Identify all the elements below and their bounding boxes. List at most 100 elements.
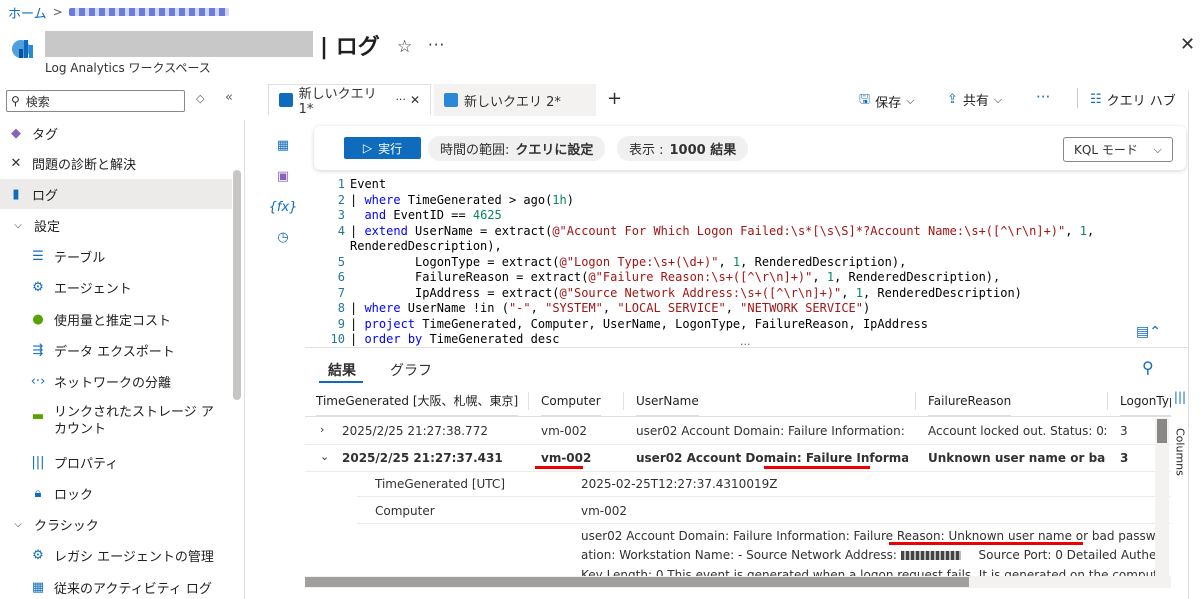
column-header-username[interactable]: UserName	[636, 386, 699, 416]
column-header-logontype[interactable]: LogonTyp	[1120, 386, 1171, 416]
redacted-ip-address	[900, 551, 961, 560]
tab-results[interactable]: 結果	[328, 360, 356, 380]
history-panel-icon[interactable]: ◷	[274, 228, 292, 246]
grid-vertical-scroll-thumb[interactable]	[1157, 419, 1167, 443]
functions-panel-icon[interactable]: {fx}	[269, 198, 298, 216]
favorite-star-icon[interactable]: ☆	[397, 37, 412, 57]
sidebar-item-agents[interactable]: ⚙ エージェント	[0, 272, 232, 302]
save-button[interactable]: 🖫 保存 ⌵	[859, 90, 914, 112]
tab-close-icon[interactable]: ✕	[410, 93, 420, 107]
sidebar-item-usage[interactable]: ● 使用量と推定コスト	[0, 304, 232, 334]
sidebar-item-logs[interactable]: ▮ ログ	[0, 179, 232, 209]
breadcrumb-redacted-resource[interactable]	[68, 8, 229, 16]
cell-failurereason: Unknown user name or bad p...	[928, 451, 1106, 465]
tab-label: 新しいクエリ 2*	[464, 94, 561, 110]
sidebar-item-label-line2: カウント	[54, 422, 107, 437]
column-header-failurereason[interactable]: FailureReason	[928, 386, 1012, 416]
cell-failurereason: Account locked out. Status: 0xC...	[928, 424, 1106, 438]
query-hub-button[interactable]: ☷ クエリ ハブ	[1090, 90, 1176, 109]
sidebar-item-linked-storage[interactable]: ▬ リンクされたストレージ ア カウント	[0, 401, 232, 441]
sidebar-item-tables[interactable]: ☰ テーブル	[0, 241, 232, 271]
activity-log-icon: ▦	[31, 579, 45, 595]
sidebar-item-tags[interactable]: ◆ タグ	[0, 118, 232, 148]
properties-icon: |||	[31, 454, 45, 470]
page-title: | ログ	[320, 35, 380, 60]
comment-toggle-icon[interactable]: ▤⌃	[1136, 324, 1161, 340]
sidebar-group-classic[interactable]: ⌵ クラシック	[0, 509, 232, 539]
toolbar-divider	[1077, 88, 1078, 108]
result-limit-button[interactable]: 表示 : 1000 結果	[617, 136, 749, 161]
share-icon: ⇪	[947, 92, 958, 107]
code-text: and EventID == 4625	[364, 208, 502, 222]
detail-value: vm-002	[581, 504, 628, 518]
lock-icon: 🔒︎	[34, 485, 42, 501]
code-text: | where TimeGenerated > ago(1h)	[350, 192, 574, 207]
query-hub-label: クエリ ハブ	[1106, 94, 1176, 109]
sidebar-divider	[244, 120, 245, 599]
tab-chart[interactable]: グラフ	[390, 360, 432, 380]
kql-mode-select[interactable]: KQL モード ⌵	[1063, 137, 1173, 162]
editor-resize-handle[interactable]: ···	[740, 338, 751, 351]
line-number: 9	[337, 316, 345, 331]
logs-icon: ▮	[12, 186, 20, 202]
sidebar-scrollbar[interactable]	[233, 170, 241, 400]
query-tab-bar: 新しいクエリ 1* ··· ✕ 新しいクエリ 2*	[268, 84, 1200, 117]
expand-collapse-icon[interactable]: ◇	[196, 92, 204, 105]
results-tab-underline	[319, 381, 363, 383]
time-range-button[interactable]: 時間の範囲: クエリに設定	[428, 136, 606, 161]
more-options-button[interactable]: ···	[428, 36, 445, 54]
toolbar-more-button[interactable]: ···	[1036, 88, 1050, 106]
sidebar-item-locks[interactable]: 🔒︎ ロック	[0, 478, 232, 508]
tab-more-icon[interactable]: ···	[395, 93, 406, 106]
breadcrumb-home[interactable]: ホーム	[8, 3, 47, 22]
sidebar-item-activity-log[interactable]: ▦ 従来のアクティビティ ログ	[0, 572, 232, 599]
search-placeholder: 検索	[25, 94, 50, 109]
close-blade-button[interactable]: ✕	[1180, 34, 1195, 55]
code-line: 2 | where TimeGenerated > ago(1h)	[318, 193, 1178, 209]
detail-value: 2025-02-25T12:27:37.4310019Z	[581, 477, 778, 491]
run-button[interactable]: ▷ 実行	[344, 137, 421, 159]
kql-mode-value: KQL モード	[1074, 143, 1138, 157]
sidebar-search-input[interactable]: ⚲ 検索	[6, 90, 185, 112]
grid-horizontal-scroll-thumb[interactable]	[305, 577, 969, 587]
row-collapse-icon[interactable]: ⌄	[320, 450, 329, 463]
share-button[interactable]: ⇪ 共有 ⌵	[947, 90, 1002, 109]
collapse-sidebar-icon[interactable]: «	[225, 90, 233, 105]
query-editor[interactable]: 1 Event 2 | where TimeGenerated > ago(1h) 3 …	[318, 177, 1178, 348]
results-search-icon[interactable]: ⚲	[1142, 358, 1154, 377]
sidebar-item-data-export[interactable]: ⇶ データ エクスポート	[0, 335, 232, 365]
sidebar-item-label: レガシ エージェントの管理	[54, 549, 214, 565]
row-expand-icon[interactable]: ›	[320, 423, 324, 436]
sidebar-group-settings[interactable]: ⌵ 設定	[0, 210, 232, 240]
sidebar-item-label: タグ	[32, 127, 59, 143]
cell-username: user02 Account Domain: Failure Informati…	[636, 451, 908, 465]
add-tab-button[interactable]: +	[607, 88, 622, 109]
column-header-computer[interactable]: Computer	[541, 386, 601, 416]
columns-side-panel[interactable]: ||| Columns	[1172, 386, 1188, 576]
tables-panel-icon[interactable]: ▦	[274, 136, 292, 154]
legacy-agent-icon: ⚙	[32, 547, 44, 563]
highlight-underline	[764, 466, 870, 469]
sidebar-item-label: エージェント	[54, 281, 132, 297]
sidebar-item-properties[interactable]: ||| プロパティ	[0, 447, 232, 477]
chevron-down-icon: ⌵	[906, 94, 915, 107]
code-line: 4 | extend UserName = extract(@"Account F…	[318, 224, 1178, 240]
column-header-time[interactable]: TimeGenerated [大阪、札幌、東京]	[316, 386, 519, 416]
code-text: RenderedDescription),	[350, 239, 502, 253]
highlight-underline	[535, 466, 583, 469]
detail-key: TimeGenerated [UTC]	[375, 477, 505, 491]
tab-label: 新しいクエリ 1*	[298, 86, 377, 117]
query-hub-icon: ☷	[1090, 92, 1102, 107]
code-line: RenderedDescription),	[318, 239, 1178, 255]
detail-description-line2: ation: Workstation Name: - Source Networ…	[581, 548, 1159, 562]
code-text: | project TimeGenerated, Computer, UserN…	[350, 316, 928, 331]
sidebar-item-diagnose[interactable]: ✕ 問題の診断と解決	[0, 148, 232, 178]
chevron-down-icon: ⌵	[14, 518, 22, 530]
sidebar-item-legacy-agents[interactable]: ⚙ レガシ エージェントの管理	[0, 540, 232, 570]
result-limit-value: 1000 結果	[669, 143, 737, 158]
tab-query-1[interactable]: 新しいクエリ 1* ··· ✕	[268, 84, 431, 117]
code-text: | order by TimeGenerated desc	[350, 332, 560, 346]
queries-panel-icon[interactable]: ▣	[274, 167, 292, 185]
sidebar-item-network-isolation[interactable]: ‹·› ネットワークの分離	[0, 366, 232, 396]
tab-query-2[interactable]: 新しいクエリ 2*	[434, 84, 596, 116]
